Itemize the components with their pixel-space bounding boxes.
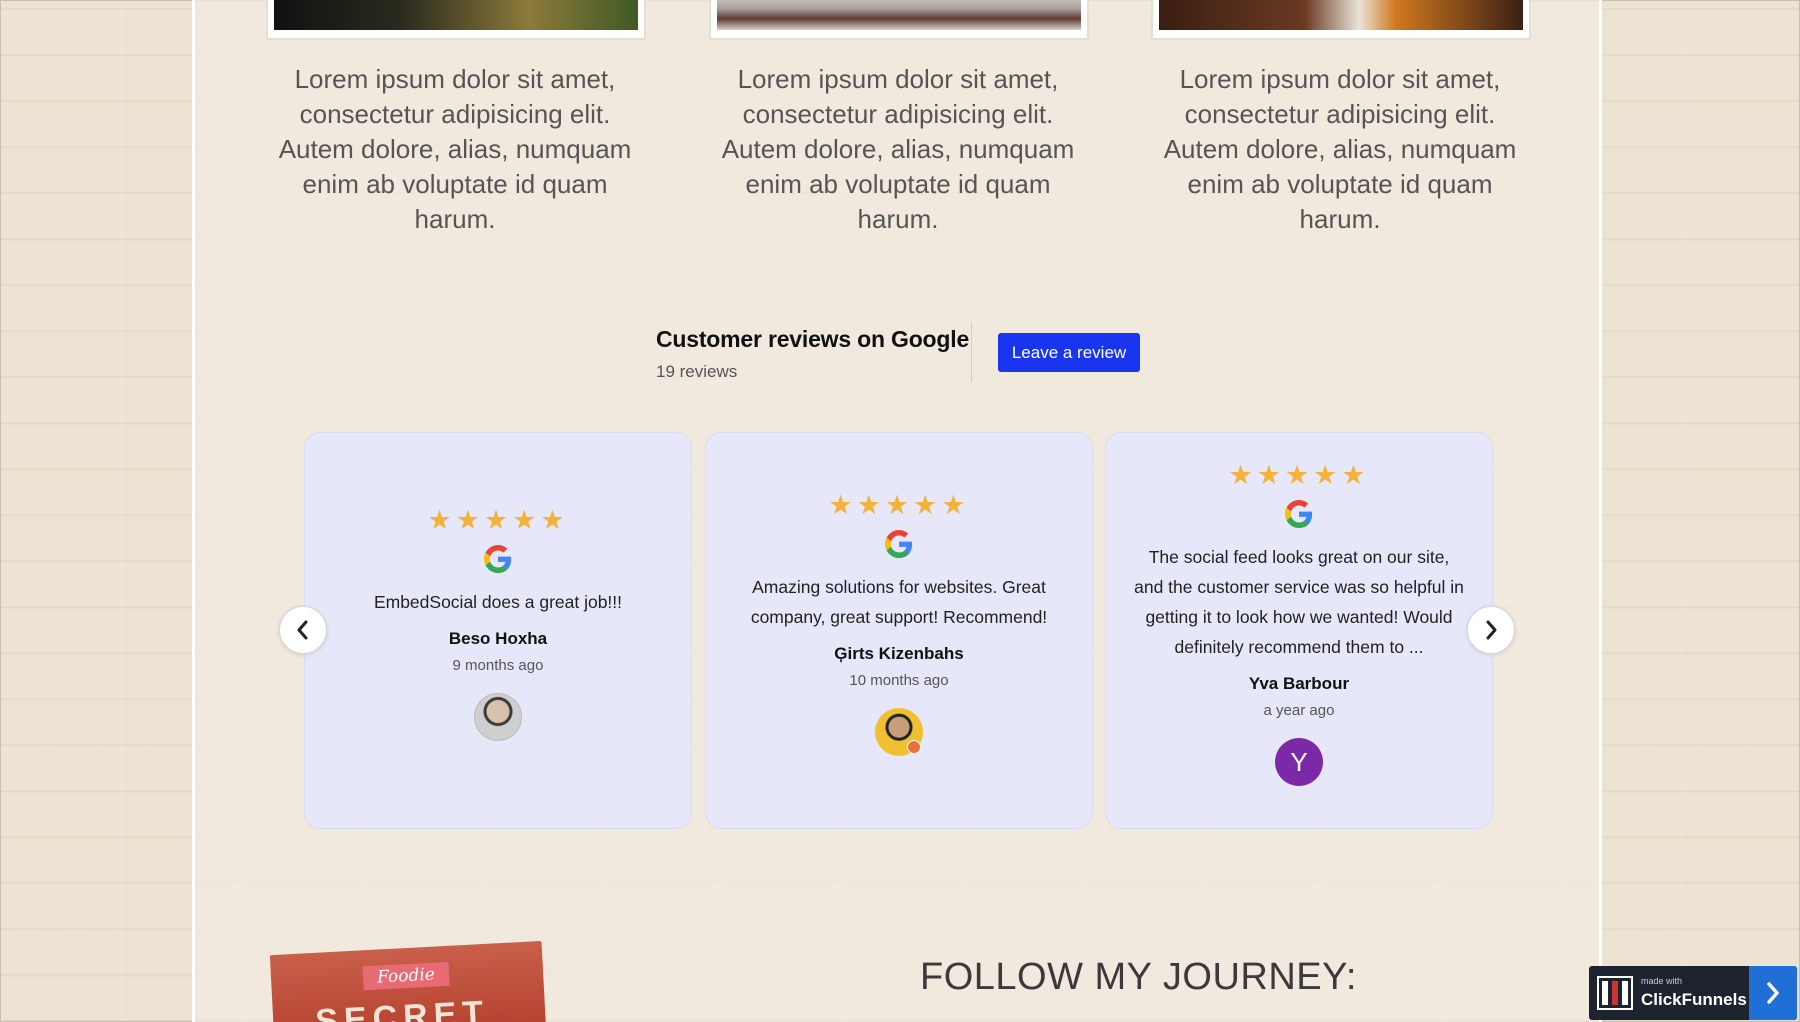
review-time: 10 months ago (849, 672, 949, 689)
star-rating: ★★★★★ (828, 490, 970, 520)
star-rating: ★★★★★ (427, 505, 569, 535)
avatar: Y (1275, 738, 1323, 786)
reviewer-name: Ģirts Kizenbahs (834, 644, 964, 663)
feature-text-1: Lorem ipsum dolor sit amet, consectetur … (278, 64, 632, 234)
follow-journey-heading: FOLLOW MY JOURNEY: (920, 956, 1357, 998)
clickfunnels-logo-icon (1597, 976, 1633, 1010)
avatar (875, 708, 923, 756)
reviewer-name: Yva Barbour (1248, 674, 1350, 693)
header-divider (971, 322, 972, 382)
review-text: The social feed looks great on our site,… (1134, 547, 1464, 657)
badge-arrow-button[interactable] (1749, 966, 1797, 1020)
reviews-header: Customer reviews on Google 19 reviews Le… (656, 322, 1176, 386)
feature-image-3 (1151, 0, 1531, 40)
leave-review-button[interactable]: Leave a review (998, 333, 1140, 372)
chevron-right-icon (1486, 620, 1497, 640)
review-card: ★★★★★ The social feed looks great on our… (1105, 432, 1493, 829)
review-card: ★★★★★ EmbedSocial does a great job!!! Be… (304, 432, 692, 829)
google-icon (1285, 500, 1313, 528)
review-time: a year ago (1263, 702, 1335, 719)
badge-made-with: made with (1641, 976, 1683, 986)
review-text: Amazing solutions for websites. Great co… (750, 577, 1048, 627)
review-card: ★★★★★ Amazing solutions for websites. Gr… (705, 432, 1093, 829)
carousel-prev-button[interactable] (279, 606, 327, 654)
book-title: SECRET (314, 993, 491, 1022)
feature-image-2 (709, 0, 1089, 40)
badge-name: ClickFunnels (1641, 990, 1747, 1009)
reviews-count: 19 reviews (656, 362, 738, 381)
carousel-next-button[interactable] (1467, 606, 1515, 654)
review-time: 9 months ago (452, 657, 544, 674)
google-icon (484, 545, 512, 573)
book-label: Foodie (362, 961, 450, 991)
reviewer-name: Beso Hoxha (448, 629, 548, 648)
feature-text-3: Lorem ipsum dolor sit amet, consectetur … (1163, 64, 1517, 234)
book-cover-image: Foodie SECRET (269, 940, 547, 1022)
feature-text-2: Lorem ipsum dolor sit amet, consectetur … (721, 64, 1075, 234)
chevron-right-icon (1767, 982, 1779, 1004)
clickfunnels-badge[interactable]: made with ClickFunnels (1589, 966, 1797, 1020)
avatar (474, 693, 522, 741)
review-text: EmbedSocial does a great job!!! (373, 592, 623, 612)
feature-image-1 (266, 0, 646, 40)
reviews-title: Customer reviews on Google (656, 326, 970, 352)
chevron-left-icon (297, 620, 308, 640)
google-icon (885, 530, 913, 558)
star-rating: ★★★★★ (1228, 460, 1370, 490)
